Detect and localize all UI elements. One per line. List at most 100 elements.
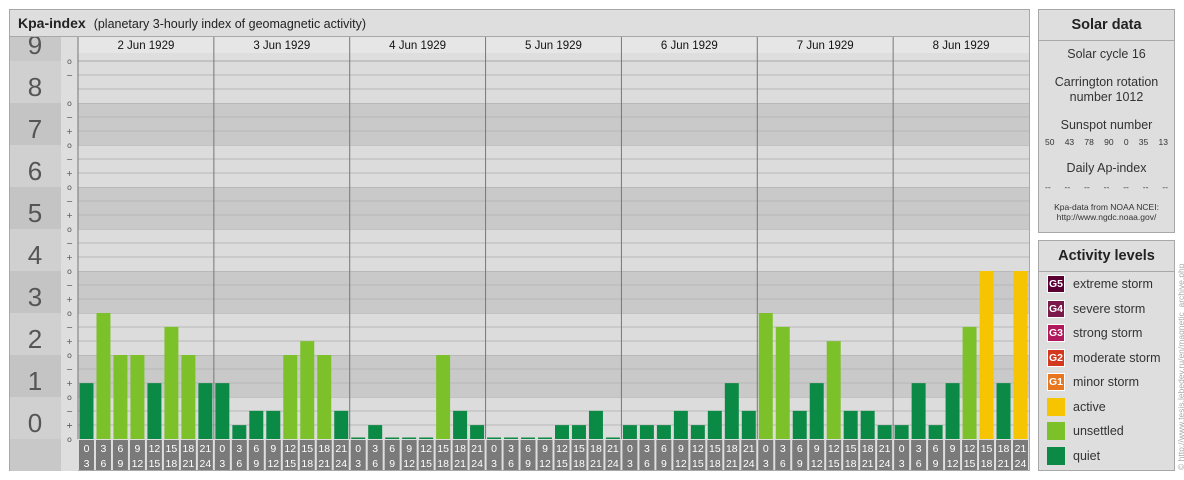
kp-bar (877, 425, 892, 439)
interval-end-label: 6 (916, 458, 922, 470)
minor-tick-label: o (67, 225, 72, 234)
sunspot-title: Sunspot number (1060, 118, 1153, 132)
kp-bar (928, 425, 943, 439)
interval-start-label: 9 (542, 443, 548, 455)
legend-swatch (1047, 422, 1065, 440)
interval-start-label: 0 (355, 443, 361, 455)
legend-row: G5 extreme storm (1047, 274, 1153, 294)
kpa-bar-chart: 0123456789o−o−+o−+o−+o−+o−+o−+o−+o−+o−2 … (10, 37, 1029, 471)
interval-end-label: 6 (372, 458, 378, 470)
credit-line1: Kpa-data from NOAA NCEI: (1054, 202, 1159, 212)
interval-start-label: 0 (491, 443, 497, 455)
legend-swatch: G3 (1047, 324, 1065, 342)
legend-row: active (1047, 397, 1106, 417)
kp-bar (283, 355, 298, 439)
interval-start-label: 21 (743, 443, 755, 455)
interval-end-label: 15 (556, 458, 568, 470)
y-tick-label: 4 (28, 240, 42, 270)
interval-end-label: 3 (627, 458, 633, 470)
kp-bar (419, 437, 434, 439)
day-label: 3 Jun 1929 (253, 40, 310, 52)
interval-end-label: 18 (981, 458, 993, 470)
interval-start-label: 18 (454, 443, 466, 455)
y-tick-label: 7 (28, 114, 42, 144)
watermark: © http://www.tesis.lebedev.ru/en/magneti… (1176, 263, 1184, 470)
kp-bar (894, 425, 909, 439)
ap-values: -- -- -- -- -- -- -- (1039, 182, 1174, 192)
minor-tick-label: + (66, 295, 73, 304)
interval-start-label: 6 (933, 443, 939, 455)
interval-end-label: 9 (661, 458, 667, 470)
interval-start-label: 18 (590, 443, 602, 455)
interval-end-label: 9 (253, 458, 259, 470)
interval-end-label: 12 (132, 458, 144, 470)
legend-label: unsettled (1073, 424, 1124, 438)
y-tick-label: 5 (28, 198, 42, 228)
interval-start-label: 9 (814, 443, 820, 455)
minor-tick-label: − (66, 155, 73, 164)
interval-start-label: 15 (301, 443, 313, 455)
activity-levels-panel: Activity levels G5 extreme storm G4 severe … (1038, 240, 1175, 471)
kp-bar (368, 425, 383, 439)
band-4 (78, 229, 1029, 271)
interval-end-label: 9 (525, 458, 531, 470)
sunspot-values: 50 43 78 90 0 35 13 (1039, 137, 1174, 147)
kp-bar (113, 355, 128, 439)
interval-end-label: 15 (828, 458, 840, 470)
day-label: 6 Jun 1929 (661, 40, 718, 52)
band-8 (78, 61, 1029, 103)
interval-end-label: 24 (879, 458, 891, 470)
kp-bar (707, 410, 722, 439)
interval-end-label: 24 (200, 458, 212, 470)
kpa-chart-panel: Kpa-index (planetary 3-hourly index of ge… (9, 9, 1030, 471)
interval-start-label: 15 (709, 443, 721, 455)
legend-row: G4 severe storm (1047, 299, 1145, 319)
kp-bar (724, 383, 739, 439)
sunspot-value: 50 (1045, 137, 1055, 147)
minor-tick-label: o (67, 351, 72, 360)
legend-swatch: G4 (1047, 299, 1065, 318)
interval-end-label: 9 (797, 458, 803, 470)
kp-bar (266, 410, 281, 439)
legend-row: quiet (1047, 446, 1100, 466)
kp-bar (792, 410, 807, 439)
minor-tick-label: + (66, 337, 73, 346)
interval-start-label: 15 (845, 443, 857, 455)
interval-start-label: 21 (879, 443, 891, 455)
kp-bar (232, 425, 247, 439)
solar-data-panel: Solar data Solar cycle 16 Carrington rot… (1038, 9, 1175, 233)
minor-tick-label: + (66, 127, 73, 136)
kp-bar (673, 410, 688, 439)
kp-bar (945, 383, 960, 439)
interval-start-label: 0 (219, 443, 225, 455)
kp-bar (147, 383, 162, 439)
interval-start-label: 6 (525, 443, 531, 455)
interval-end-label: 3 (763, 458, 769, 470)
interval-start-label: 3 (916, 443, 922, 455)
ap-value: -- (1084, 182, 1090, 192)
y-tick-label: 3 (28, 282, 42, 312)
interval-end-label: 18 (437, 458, 449, 470)
interval-start-label: 21 (1015, 443, 1027, 455)
interval-start-label: 6 (253, 443, 259, 455)
ap-value: -- (1045, 182, 1051, 192)
interval-end-label: 15 (964, 458, 976, 470)
kp-bar (962, 326, 977, 439)
interval-start-label: 9 (950, 443, 956, 455)
kp-bar (521, 437, 536, 439)
interval-start-label: 12 (556, 443, 568, 455)
interval-start-label: 21 (607, 443, 619, 455)
interval-end-label: 21 (862, 458, 874, 470)
interval-end-label: 21 (454, 458, 466, 470)
legend-row: G1 minor storm (1047, 372, 1139, 392)
ap-title: Daily Ap-index (1066, 161, 1147, 175)
interval-end-label: 3 (219, 458, 225, 470)
minor-tick-label: + (66, 253, 73, 262)
minor-tick-label: o (67, 309, 72, 318)
ap-value: -- (1123, 182, 1129, 192)
kp-bar (860, 410, 875, 439)
interval-start-label: 18 (726, 443, 738, 455)
interval-start-label: 6 (661, 443, 667, 455)
interval-end-label: 3 (355, 458, 361, 470)
interval-start-label: 12 (420, 443, 432, 455)
